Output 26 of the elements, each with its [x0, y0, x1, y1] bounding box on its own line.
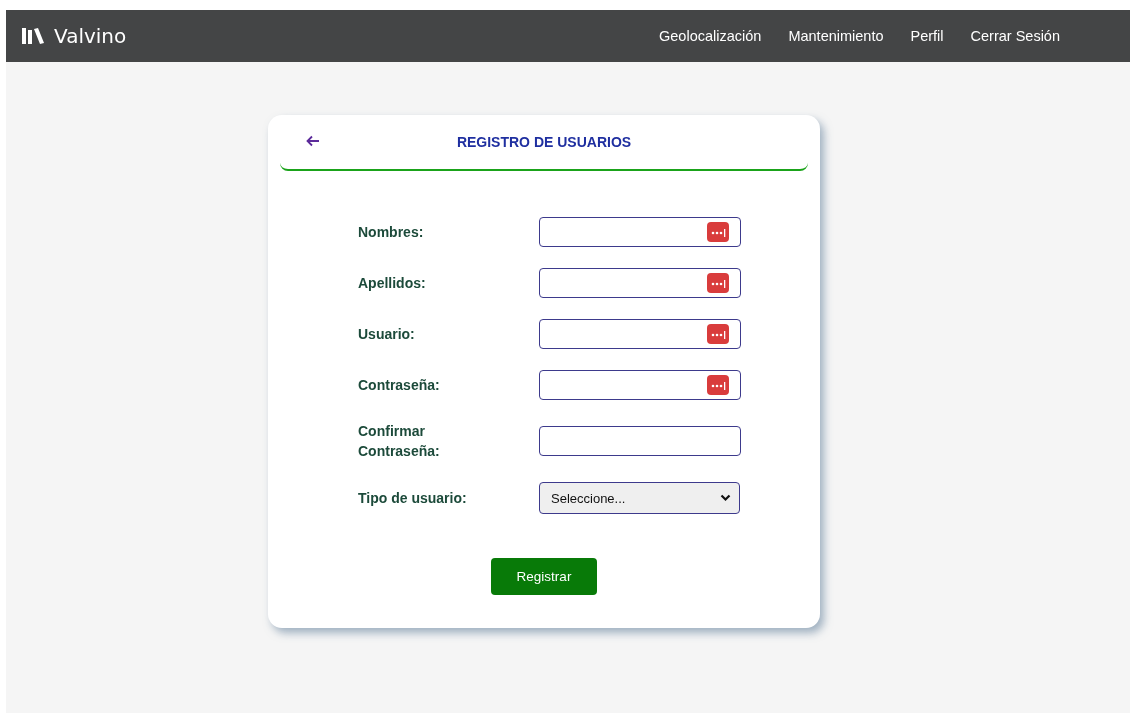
- brand-name[interactable]: Valvino: [54, 24, 127, 48]
- field-label: Confirmar Contraseña:: [358, 422, 441, 461]
- field-label: Tipo de usuario:: [358, 489, 468, 508]
- input-field[interactable]: [539, 217, 741, 247]
- register-button[interactable]: Registrar: [491, 558, 597, 595]
- user-type-dropdown[interactable]: Seleccione...: [539, 482, 740, 514]
- nav-link[interactable]: Perfil: [910, 28, 944, 44]
- input-field[interactable]: [539, 370, 741, 400]
- nav-link[interactable]: Geolocalización: [659, 28, 762, 44]
- autofill-icon[interactable]: [707, 222, 729, 242]
- input-field[interactable]: [539, 426, 741, 456]
- nav-link[interactable]: Mantenimiento: [788, 28, 884, 44]
- back-arrow-icon[interactable]: [306, 135, 320, 147]
- autofill-icon[interactable]: [707, 273, 729, 293]
- nav-link[interactable]: Cerrar Sesión: [970, 28, 1060, 44]
- field-label: Nombres:: [358, 223, 425, 242]
- input-field[interactable]: [539, 268, 741, 298]
- autofill-icon[interactable]: [707, 375, 729, 395]
- input-field[interactable]: [539, 319, 741, 349]
- field-label: Contraseña:: [358, 376, 441, 395]
- field-label: Apellidos:: [358, 274, 427, 293]
- books-icon: [22, 28, 44, 44]
- chevron-down-icon: [720, 494, 731, 502]
- form-title: REGISTRO DE USUARIOS: [455, 134, 633, 150]
- autofill-icon[interactable]: [707, 324, 729, 344]
- field-label: Usuario:: [358, 325, 416, 344]
